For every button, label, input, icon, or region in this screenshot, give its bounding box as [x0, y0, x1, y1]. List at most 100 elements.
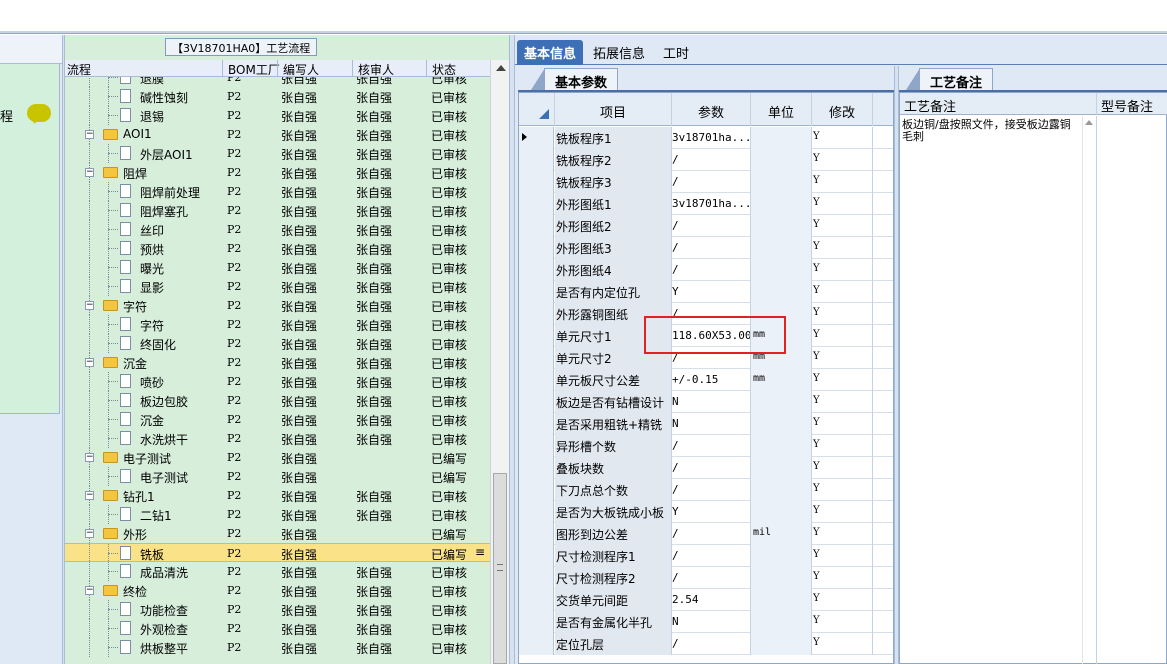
param-unit-cell[interactable]: mm: [753, 373, 765, 384]
tree-row[interactable]: 烘板整平 P2 张自强 张自强 已审核: [65, 638, 490, 657]
tree-row[interactable]: − AOI1 P2 张自强 张自强 已审核: [65, 125, 490, 144]
tree-row[interactable]: 成品清洗 P2 张自强 张自强 已审核: [65, 562, 490, 581]
param-modify-cell[interactable]: Y: [813, 615, 820, 626]
param-unit-cell[interactable]: mil: [753, 527, 771, 538]
param-modify-cell[interactable]: Y: [813, 417, 820, 428]
tree-row[interactable]: − 字符 P2 张自强 张自强 已审核: [65, 296, 490, 315]
param-row[interactable]: 铣板程序2/ Y: [519, 149, 893, 171]
tab-basic-params[interactable]: 基本参数: [530, 68, 619, 91]
param-value-cell[interactable]: 3v18701ha...: [672, 131, 750, 144]
param-modify-cell[interactable]: Y: [813, 549, 820, 560]
collapse-icon[interactable]: −: [85, 491, 94, 500]
param-modify-cell[interactable]: Y: [813, 461, 820, 472]
row-header-cell[interactable]: [519, 567, 554, 589]
param-row[interactable]: 定位孔层 / Y: [519, 633, 893, 655]
chat-bubble-icon[interactable]: [27, 104, 51, 124]
column-header-item[interactable]: 项目: [555, 102, 671, 121]
scroll-up-icon[interactable]: [496, 65, 506, 71]
param-modify-cell[interactable]: Y: [813, 637, 820, 648]
param-value-cell[interactable]: 3v18701ha...: [672, 197, 750, 210]
column-header-unit[interactable]: 单位: [751, 102, 811, 121]
param-value-cell[interactable]: Y: [672, 505, 750, 518]
param-row[interactable]: 异形槽个数 / Y: [519, 435, 893, 457]
tree-row[interactable]: 碱性蚀刻 P2 张自强 张自强 已审核: [65, 87, 490, 106]
param-modify-cell[interactable]: Y: [813, 351, 820, 362]
param-row[interactable]: 交货单元间距 2.54 Y: [519, 589, 893, 611]
column-header-flow[interactable]: 流程: [67, 61, 91, 78]
tree-row[interactable]: 铣板 P2 张自强 已编写 ≡: [65, 543, 490, 563]
param-modify-cell[interactable]: Y: [813, 307, 820, 318]
tree-row[interactable]: 外观检查 P2 张自强 张自强 已审核: [65, 619, 490, 638]
tab-process-notes[interactable]: 工艺备注: [905, 68, 994, 91]
row-header-cell[interactable]: [519, 347, 554, 369]
param-row[interactable]: 外形图纸4/ Y: [519, 259, 893, 281]
tree-scrollbar[interactable]: [490, 60, 509, 664]
column-header-writer[interactable]: 编写人: [283, 61, 319, 78]
tree-row[interactable]: 退膜 P2 张自强 张自强 已审核: [65, 77, 490, 87]
param-value-cell[interactable]: /: [672, 153, 750, 166]
param-value-cell[interactable]: /: [672, 219, 750, 232]
param-value-cell[interactable]: /: [672, 637, 750, 650]
tree-row[interactable]: 功能检查 P2 张自强 张自强 已审核: [65, 600, 490, 619]
tree-row[interactable]: 曝光 P2 张自强 张自强 已审核: [65, 258, 490, 277]
row-header-cell[interactable]: [519, 633, 554, 655]
collapse-icon[interactable]: −: [85, 453, 94, 462]
collapse-icon[interactable]: −: [85, 301, 94, 310]
param-modify-cell[interactable]: Y: [813, 527, 820, 538]
tree-row[interactable]: 退锡 P2 张自强 张自强 已审核: [65, 106, 490, 125]
param-row[interactable]: 是否有内定位孔 Y Y: [519, 281, 893, 303]
param-row[interactable]: 叠板块数 / Y: [519, 457, 893, 479]
tree-row[interactable]: − 电子测试 P2 张自强 已编写: [65, 448, 490, 467]
collapse-icon[interactable]: −: [85, 586, 94, 595]
param-modify-cell[interactable]: Y: [813, 131, 820, 142]
param-row[interactable]: 是否采用粗铣+精铣 N Y: [519, 413, 893, 435]
tree-row[interactable]: − 阻焊 P2 张自强 张自强 已审核: [65, 163, 490, 182]
param-modify-cell[interactable]: Y: [813, 483, 820, 494]
tab-extended-info[interactable]: 拓展信息: [586, 40, 652, 65]
param-modify-cell[interactable]: Y: [813, 263, 820, 274]
row-header-cell[interactable]: [519, 435, 554, 457]
row-header-cell[interactable]: [519, 259, 554, 281]
tree-row[interactable]: 预烘 P2 张自强 张自强 已审核: [65, 239, 490, 258]
tree-row[interactable]: − 外形 P2 张自强 已编写: [65, 524, 490, 543]
param-value-cell[interactable]: N: [672, 417, 750, 430]
param-value-cell[interactable]: /: [672, 175, 750, 188]
row-header-cell[interactable]: [519, 171, 554, 193]
collapse-icon[interactable]: −: [85, 358, 94, 367]
param-modify-cell[interactable]: Y: [813, 395, 820, 406]
param-modify-cell[interactable]: Y: [813, 593, 820, 604]
column-header-bom[interactable]: BOM工厂: [228, 61, 280, 78]
row-header-cell[interactable]: [519, 193, 554, 215]
row-header-cell[interactable]: [519, 545, 554, 567]
param-modify-cell[interactable]: Y: [813, 241, 820, 252]
param-modify-cell[interactable]: Y: [813, 571, 820, 582]
param-row[interactable]: 单元板尺寸公差 +/-0.15 mm Y: [519, 369, 893, 391]
param-modify-cell[interactable]: Y: [813, 197, 820, 208]
param-row[interactable]: 图形到边公差 / mil Y: [519, 523, 893, 545]
param-value-cell[interactable]: /: [672, 241, 750, 254]
param-row[interactable]: 板边是否有钻槽设计 N Y: [519, 391, 893, 413]
row-header-cell[interactable]: [519, 325, 554, 347]
tree-row[interactable]: 终固化 P2 张自强 张自强 已审核: [65, 334, 490, 353]
row-header-cell[interactable]: [519, 237, 554, 259]
row-header-cell[interactable]: [519, 303, 554, 325]
row-header-cell[interactable]: [519, 501, 554, 523]
param-modify-cell[interactable]: Y: [813, 329, 820, 340]
param-row[interactable]: 是否有金属化半孔 N Y: [519, 611, 893, 633]
scroll-up-icon[interactable]: [1085, 120, 1093, 125]
param-row[interactable]: 外形图纸3/ Y: [519, 237, 893, 259]
tree-row[interactable]: 沉金 P2 张自强 张自强 已审核: [65, 410, 490, 429]
param-modify-cell[interactable]: Y: [813, 219, 820, 230]
process-note-text[interactable]: 板边铜/盘按照文件，接受板边露铜毛刺: [902, 119, 1078, 143]
drag-handle-icon[interactable]: ≡: [475, 545, 485, 559]
param-value-cell[interactable]: /: [672, 483, 750, 496]
tree-row[interactable]: − 钻孔1 P2 张自强 张自强 已审核: [65, 486, 490, 505]
param-row[interactable]: 下刀点总个数 / Y: [519, 479, 893, 501]
select-all-icon[interactable]: [539, 109, 549, 119]
param-value-cell[interactable]: /: [672, 571, 750, 584]
param-modify-cell[interactable]: Y: [813, 153, 820, 164]
tree-row[interactable]: 丝印 P2 张自强 张自强 已审核: [65, 220, 490, 239]
param-modify-cell[interactable]: Y: [813, 439, 820, 450]
tab-basic-info[interactable]: 基本信息: [517, 40, 584, 65]
tree-row[interactable]: 显影 P2 张自强 张自强 已审核: [65, 277, 490, 296]
